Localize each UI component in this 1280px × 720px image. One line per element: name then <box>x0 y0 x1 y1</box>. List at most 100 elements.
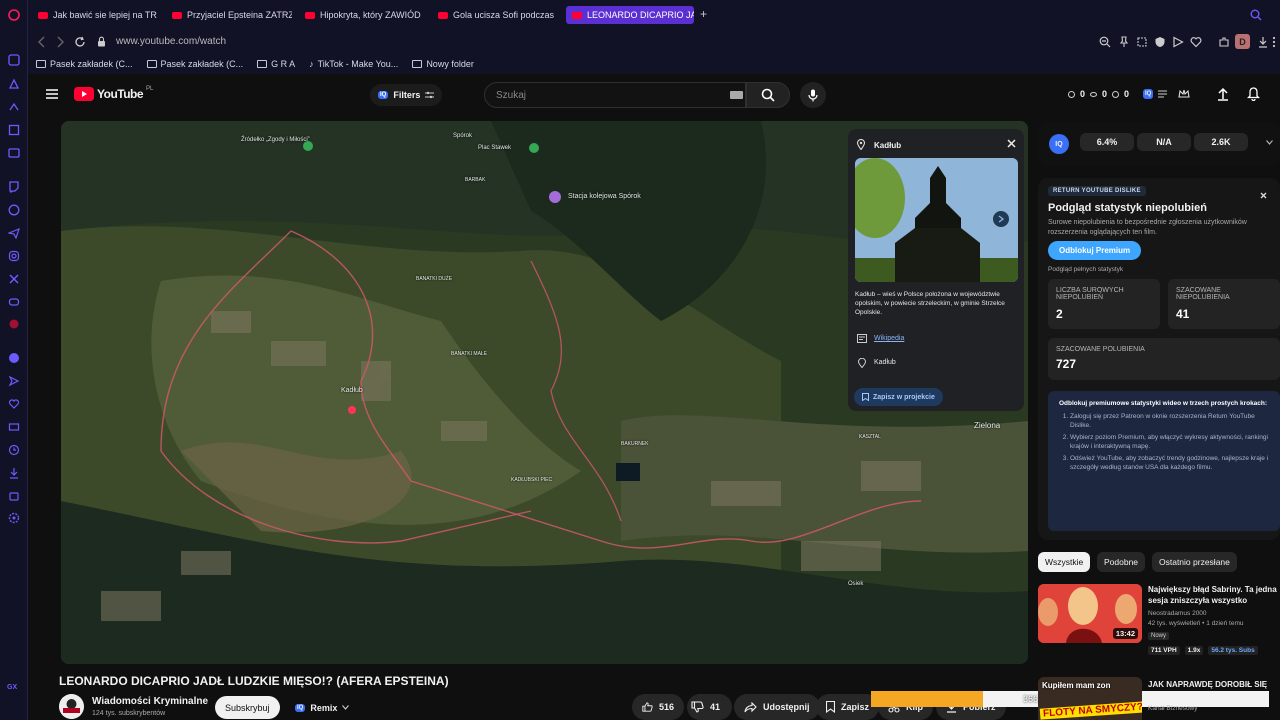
subscribe-button[interactable]: Subskrybuj <box>215 696 280 719</box>
discord-icon[interactable] <box>8 296 20 308</box>
gx-control-icon[interactable] <box>8 78 20 90</box>
downloads-toolbar-icon[interactable] <box>1257 36 1269 48</box>
bookmark-item[interactable]: ♪ TikTok - Make You... <box>309 59 398 69</box>
instagram-icon[interactable] <box>8 250 20 262</box>
folder-icon <box>36 60 46 68</box>
favorite-heart-icon[interactable] <box>1190 36 1202 48</box>
browser-tab[interactable]: Hipokryta, który ZAWIÓD <box>305 6 425 24</box>
bookmark-folder[interactable]: G R A <box>257 59 295 69</box>
search-input[interactable]: Szukaj <box>484 82 746 108</box>
place-pin-icon <box>858 358 866 368</box>
reload-icon[interactable] <box>74 36 86 48</box>
chip-similar[interactable]: Podobne <box>1097 552 1146 572</box>
url-field[interactable]: www.youtube.com/watch <box>116 36 226 47</box>
back-icon[interactable] <box>37 36 47 48</box>
recommendation-channel[interactable]: Neostradamus 2000 <box>1148 610 1207 617</box>
wallet-icon[interactable] <box>8 421 20 433</box>
send-icon[interactable] <box>8 375 20 387</box>
iq-stat-chip[interactable]: 2.6K <box>1194 133 1248 151</box>
browser-tab[interactable]: Przyjaciel Epsteina ZATRZ <box>172 6 292 24</box>
like-button[interactable]: 516 <box>632 694 684 720</box>
chip-recent[interactable]: Ostatnio przesłane <box>1152 552 1237 572</box>
extensions-puzzle-icon[interactable] <box>8 490 20 502</box>
forward-icon[interactable] <box>55 36 65 48</box>
recommendation-channel[interactable]: Kanał Biznesowy <box>1148 705 1198 712</box>
keyboard-icon[interactable] <box>730 91 743 99</box>
unlock-premium-button[interactable]: Odblokuj Premium <box>1048 241 1142 260</box>
full-stats-link[interactable]: Podgląd pełnych statystyk <box>1048 266 1123 273</box>
notifications-bell-icon[interactable] <box>1247 87 1260 101</box>
x-twitter-icon[interactable] <box>8 273 20 285</box>
zoom-icon[interactable] <box>1099 36 1111 48</box>
recommendation-title[interactable]: Największy błąd Sabriny. Ta jedna sesja … <box>1148 584 1280 606</box>
bookmark-folder[interactable]: Nowy folder <box>412 59 474 69</box>
video-thumbnail[interactable]: 13:42 <box>1038 584 1142 643</box>
heart-icon[interactable] <box>8 398 20 410</box>
bookmark-folder[interactable]: Pasek zakładek (C... <box>146 59 243 69</box>
extension-counters[interactable]: 0 0 0 <box>1068 89 1129 99</box>
youtube-logo[interactable]: YouTube PL <box>74 86 153 101</box>
map-label: BAKURNEK <box>621 441 649 447</box>
twitch-icon[interactable] <box>8 181 20 193</box>
save-button[interactable]: Zapisz <box>816 694 880 720</box>
expand-chevron-icon[interactable] <box>1266 140 1273 145</box>
hamburger-menu-icon[interactable] <box>45 88 59 100</box>
share-button[interactable]: Udostępnij <box>734 694 820 720</box>
bookmark-folder[interactable]: Pasek zakładek (C... <box>36 59 133 69</box>
iq-stat-chip[interactable]: 6.4% <box>1080 133 1134 151</box>
pin-icon[interactable] <box>1118 36 1130 48</box>
dislike-button[interactable]: 41 <box>687 694 732 720</box>
ryd-close-icon[interactable] <box>1260 192 1267 199</box>
iq-stat-chip[interactable]: N/A <box>1137 133 1191 151</box>
new-tab-button[interactable]: + <box>700 8 707 20</box>
raw-dislikes-stat: LICZBA SUROWYCH NIEPOLUBIEŃ 2 <box>1048 279 1160 329</box>
settings-gear-icon[interactable] <box>8 512 20 524</box>
ryd-title: Podgląd statystyk niepolubień <box>1048 202 1207 214</box>
upload-icon[interactable] <box>1217 87 1229 101</box>
spotify-icon[interactable] <box>8 352 20 364</box>
crown-icon[interactable] <box>1178 88 1190 100</box>
recommendation-stats: 711 VPH 1.9x 56.2 tys. Subs <box>1148 646 1258 655</box>
history-icon[interactable] <box>8 444 20 456</box>
close-icon[interactable] <box>1007 139 1016 148</box>
snapshot-icon[interactable] <box>1136 36 1148 48</box>
search-icon <box>761 88 775 102</box>
extension-icon[interactable] <box>8 318 20 330</box>
news-icon[interactable] <box>8 124 20 136</box>
extensions-icon[interactable] <box>1218 36 1230 48</box>
voice-search-button[interactable] <box>800 82 826 108</box>
download-icon[interactable] <box>8 467 20 479</box>
channel-name[interactable]: Wiadomości Kryminalne <box>92 696 208 707</box>
send-to-icon[interactable] <box>1172 36 1184 48</box>
speed-dial-icon[interactable] <box>8 54 20 66</box>
save-to-project-button[interactable]: Zapisz w projekcie <box>854 388 943 406</box>
list-icon[interactable] <box>1158 90 1167 98</box>
vpn-shield-icon[interactable] <box>1154 36 1166 48</box>
player-icon[interactable] <box>8 101 20 113</box>
opera-logo-icon[interactable] <box>8 9 20 21</box>
search-button[interactable] <box>746 82 790 108</box>
tab-search-icon[interactable] <box>1250 9 1262 21</box>
channel-avatar[interactable] <box>59 694 84 719</box>
iq-badge[interactable]: IQ <box>1143 89 1154 99</box>
map-label: Stacja kolejowa Spórok <box>568 193 641 200</box>
telegram-icon[interactable] <box>8 227 20 239</box>
video-thumbnail[interactable]: Kupiłem mam zon FLOTY NA SMYCZY? <box>1038 677 1142 720</box>
map-label: BANATKI DUŻE <box>416 276 453 282</box>
browser-tab[interactable]: Gola ucisza Sofi podczas <box>438 6 558 24</box>
iq-logo[interactable]: IQ <box>1049 134 1069 154</box>
video-player[interactable]: Źródełko „Zgody i Miłości” Spórok Plac S… <box>61 121 1028 664</box>
browser-tab-active[interactable]: LEONARDO DICAPRIO JAD <box>566 6 694 24</box>
remix-button[interactable]: IQ Remix <box>287 696 357 719</box>
youtube-play-logo-icon <box>74 87 94 101</box>
next-photo-button[interactable] <box>993 211 1009 227</box>
menu-icon[interactable] <box>1272 36 1276 48</box>
wikipedia-link[interactable]: Wikipedia <box>874 335 904 342</box>
messenger-icon[interactable] <box>8 204 20 216</box>
recommendation-title[interactable]: JAK NAPRAWDĘ DOROBIŁ SIĘ <box>1148 679 1280 690</box>
profile-avatar[interactable]: D <box>1235 34 1250 49</box>
browser-tab[interactable]: Jak bawić sie lepiej na TR <box>38 6 158 24</box>
filters-button[interactable]: IQ Filters <box>370 84 443 106</box>
mail-icon[interactable] <box>8 147 20 159</box>
chip-all[interactable]: Wszystkie <box>1038 552 1091 572</box>
